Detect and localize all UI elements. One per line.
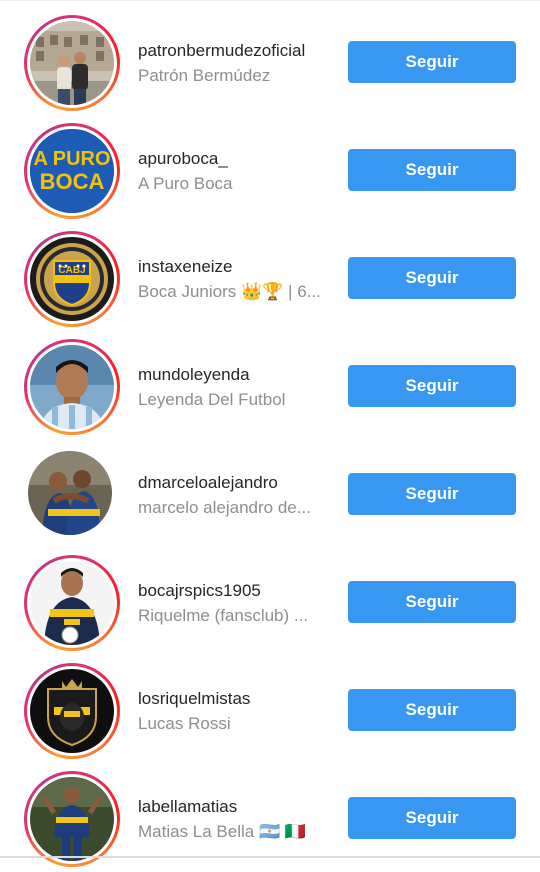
account-text: mundoleyenda Leyenda Del Futbol <box>138 364 334 411</box>
full-name: Matias La Bella 🇦🇷 🇮🇹 <box>138 822 307 841</box>
follow-button[interactable]: Seguir <box>348 581 516 623</box>
suggestion-row: A PURO BOCA apuroboca_ A Puro Boca Segui… <box>0 116 540 224</box>
account-text: bocajrspics1905 Riquelme (fansclub) ... <box>138 580 334 627</box>
avatar[interactable] <box>24 447 120 543</box>
account-text: dmarceloalejandro marcelo alejandro de..… <box>138 472 334 519</box>
account-text: apuroboca_ A Puro Boca <box>138 148 334 195</box>
svg-text:A PURO: A PURO <box>33 148 110 170</box>
top-divider <box>0 0 540 1</box>
username[interactable]: labellamatias <box>138 796 334 818</box>
avatar[interactable]: A PURO BOCA <box>24 123 120 219</box>
suggested-accounts-list: patronbermudezoficial Patrón Bermúdez Se… <box>0 8 540 872</box>
avatar[interactable] <box>24 339 120 435</box>
username[interactable]: dmarceloalejandro <box>138 472 334 494</box>
full-name: marcelo alejandro de... <box>138 498 311 517</box>
full-name: Patrón Bermúdez <box>138 66 271 85</box>
account-text: instaxeneize Boca Juniors 👑🏆 | 6... <box>138 256 334 303</box>
stadium-player-avatar <box>30 777 114 861</box>
a-puro-boca-logo-avatar: A PURO BOCA <box>30 129 114 213</box>
follow-button[interactable]: Seguir <box>348 365 516 407</box>
suggestion-row: losriquelmistas Lucas Rossi Seguir <box>0 656 540 764</box>
username[interactable]: patronbermudezoficial <box>138 40 334 62</box>
follow-button[interactable]: Seguir <box>348 149 516 191</box>
full-name: A Puro Boca <box>138 174 233 193</box>
avatar[interactable] <box>24 555 120 651</box>
username[interactable]: bocajrspics1905 <box>138 580 334 602</box>
suggestion-row: mundoleyenda Leyenda Del Futbol Seguir <box>0 332 540 440</box>
username[interactable]: losriquelmistas <box>138 688 334 710</box>
follow-button[interactable]: Seguir <box>348 41 516 83</box>
account-text: losriquelmistas Lucas Rossi <box>138 688 334 735</box>
account-text: patronbermudezoficial Patrón Bermúdez <box>138 40 334 87</box>
suggestion-row: CABJ instaxeneize Boca Juniors 👑🏆 | 6...… <box>0 224 540 332</box>
svg-text:CABJ: CABJ <box>58 265 85 276</box>
follow-button[interactable]: Seguir <box>348 797 516 839</box>
account-text: labellamatias Matias La Bella 🇦🇷 🇮🇹 <box>138 796 334 843</box>
username[interactable]: instaxeneize <box>138 256 334 278</box>
couple-photo-avatar <box>30 21 114 105</box>
full-name: Lucas Rossi <box>138 714 231 733</box>
suggestion-row: bocajrspics1905 Riquelme (fansclub) ... … <box>0 548 540 656</box>
full-name: Boca Juniors 👑🏆 | 6... <box>138 282 321 301</box>
player-portrait-avatar <box>30 345 114 429</box>
avatar[interactable]: CABJ <box>24 231 120 327</box>
riquelmistas-badge-avatar <box>30 669 114 753</box>
player-jersey-avatar <box>30 561 114 645</box>
avatar[interactable] <box>24 15 120 111</box>
full-name: Leyenda Del Futbol <box>138 390 286 409</box>
suggestion-row: patronbermudezoficial Patrón Bermúdez Se… <box>0 8 540 116</box>
full-name: Riquelme (fansclub) ... <box>138 606 309 625</box>
follow-button[interactable]: Seguir <box>348 257 516 299</box>
username[interactable]: apuroboca_ <box>138 148 334 170</box>
follow-button[interactable]: Seguir <box>348 473 516 515</box>
avatar[interactable] <box>24 771 120 867</box>
cabj-crest-avatar: CABJ <box>30 237 114 321</box>
username[interactable]: mundoleyenda <box>138 364 334 386</box>
players-hug-avatar <box>28 451 112 535</box>
svg-text:BOCA: BOCA <box>40 169 105 194</box>
suggestion-row: dmarceloalejandro marcelo alejandro de..… <box>0 440 540 548</box>
avatar[interactable] <box>24 663 120 759</box>
follow-button[interactable]: Seguir <box>348 689 516 731</box>
